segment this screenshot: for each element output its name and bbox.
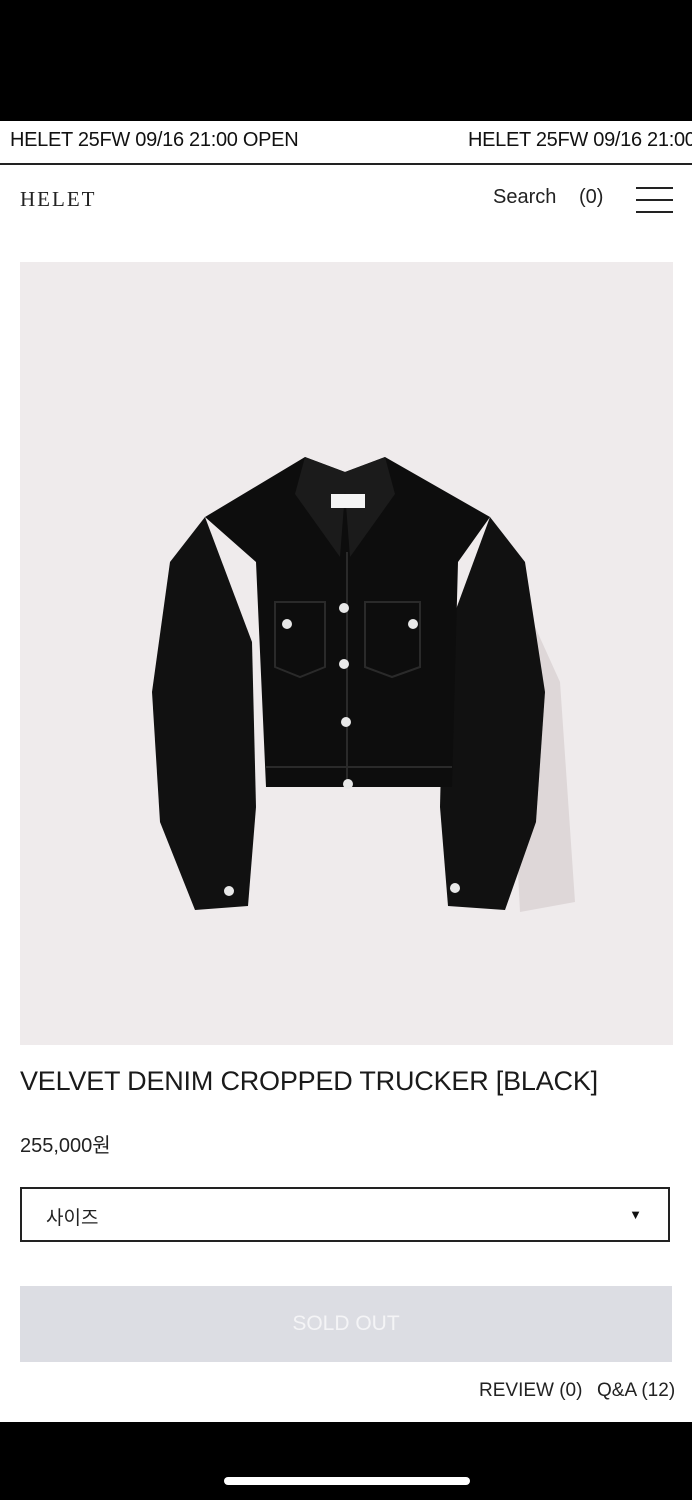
site-header: HELET Search (0) [0, 165, 692, 235]
system-nav-bar [0, 1422, 692, 1500]
announcement-text: HELET 25FW 09/16 21:00 OPEN [10, 129, 299, 151]
size-select-label: 사이즈 [46, 1208, 99, 1229]
sold-out-button[interactable]: SOLD OUT [20, 1286, 672, 1362]
product-image[interactable] [20, 262, 673, 1045]
product-title: VELVET DENIM CROPPED TRUCKER [BLACK] [20, 1066, 598, 1096]
tab-qa[interactable]: Q&A (12) [597, 1380, 675, 1402]
cart-count-link[interactable]: (0) [579, 186, 603, 209]
tab-review[interactable]: REVIEW (0) [479, 1380, 582, 1402]
home-indicator[interactable] [224, 1477, 470, 1485]
product-price: 255,000원 [20, 1135, 111, 1157]
announcement-marquee: HELET 25FW 09/16 21:00 OPEN HELET 25FW 0… [0, 121, 692, 165]
jacket-photo-icon [152, 457, 575, 912]
status-bar [0, 0, 692, 121]
announcement-text-repeat: HELET 25FW 09/16 21:00 OPEN [468, 129, 692, 151]
size-select[interactable]: 사이즈 ▼ [20, 1187, 670, 1242]
chevron-down-icon: ▼ [629, 1207, 642, 1222]
hamburger-menu-icon[interactable] [636, 187, 673, 213]
search-link[interactable]: Search [493, 186, 556, 209]
brand-logo[interactable]: HELET [20, 187, 96, 212]
